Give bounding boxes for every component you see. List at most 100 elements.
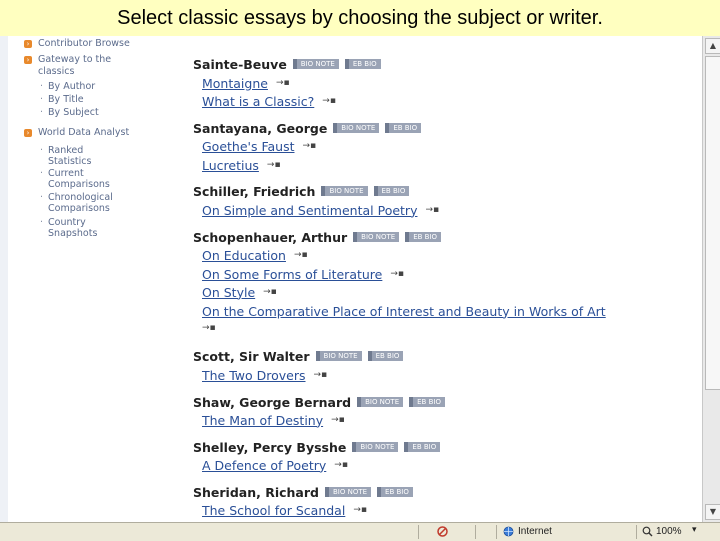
sidebar-item-country-snapshots[interactable]: · Country Snapshots: [40, 217, 128, 239]
essay-item: On Simple and Sentimental Poetry →▪: [202, 202, 439, 218]
author-name: Santayana, George: [193, 120, 328, 136]
download-icon[interactable]: →▪: [267, 160, 281, 170]
bio-note-button[interactable]: BIO NOTE: [352, 442, 399, 452]
essay-link[interactable]: The Two Drovers: [202, 368, 306, 383]
download-icon[interactable]: →▪: [314, 370, 328, 380]
essay-link[interactable]: On Some Forms of Literature: [202, 267, 382, 282]
sidebar-section-label: Contributor Browse: [38, 38, 130, 49]
sidebar-item-label: By Subject: [48, 107, 99, 118]
essay-item-download: →▪: [202, 320, 216, 336]
sidebar-section-contributor-browse[interactable]: › Contributor Browse: [24, 38, 130, 50]
sidebar-item-by-title[interactable]: · By Title: [40, 94, 84, 106]
arrow-icon: ›: [24, 40, 32, 48]
download-icon[interactable]: →▪: [353, 505, 367, 515]
essay-link[interactable]: On Style: [202, 285, 255, 300]
eb-bio-button[interactable]: EB BIO: [405, 232, 442, 242]
eb-bio-button[interactable]: EB BIO: [409, 397, 445, 407]
download-icon[interactable]: →▪: [303, 141, 317, 151]
security-zone-label: Internet: [518, 526, 552, 537]
essay-item: The Man of Destiny →▪: [202, 412, 345, 428]
sidebar-item-by-subject[interactable]: · By Subject: [40, 107, 99, 119]
essay-item: What is a Classic? →▪: [202, 93, 336, 109]
essay-link[interactable]: Montaigne: [202, 76, 268, 91]
download-icon[interactable]: →▪: [294, 250, 308, 260]
download-icon[interactable]: →▪: [276, 78, 290, 88]
essay-link[interactable]: On Education: [202, 248, 286, 263]
download-icon[interactable]: →▪: [390, 269, 404, 279]
zoom-dropdown-icon[interactable]: ▾: [692, 524, 697, 535]
essay-link[interactable]: What is a Classic?: [202, 94, 314, 109]
status-separator: [496, 525, 497, 539]
eb-bio-button[interactable]: EB BIO: [404, 442, 441, 452]
essay-item: Montaigne →▪: [202, 75, 290, 91]
download-icon[interactable]: →▪: [322, 96, 336, 106]
sidebar-item-by-author[interactable]: · By Author: [40, 81, 95, 93]
essay-item: The Two Drovers →▪: [202, 367, 327, 383]
status-separator: [475, 525, 476, 539]
scrollbar-thumb[interactable]: [705, 56, 720, 390]
essay-list: Sainte-Beuve BIO NOTE EB BIO Montaigne →▪…: [193, 36, 693, 522]
eb-bio-button[interactable]: EB BIO: [377, 487, 413, 497]
bio-note-button[interactable]: BIO NOTE: [315, 351, 362, 361]
sidebar-item-ranked-statistics[interactable]: · Ranked Statistics: [40, 145, 128, 167]
zoom-level[interactable]: 100%: [656, 526, 682, 537]
essay-link[interactable]: On the Comparative Place of Interest and…: [202, 304, 606, 319]
author-heading: Sheridan, Richard BIO NOTE EB BIO: [193, 484, 413, 500]
sidebar-item-label: Current Comparisons: [48, 168, 110, 190]
essay-item: A Defence of Poetry →▪: [202, 457, 348, 473]
author-name: Schiller, Friedrich: [193, 183, 316, 199]
sidebar-section-gateway[interactable]: › Gateway to the classics: [24, 54, 116, 78]
author-heading: Santayana, George BIO NOTE EB BIO: [193, 120, 422, 136]
status-separator: [636, 525, 637, 539]
essay-link[interactable]: The Man of Destiny: [202, 413, 323, 428]
blocked-icon: [437, 526, 448, 537]
sidebar-section-label: World Data Analyst: [38, 127, 130, 138]
sidebar-item-label: By Author: [48, 81, 96, 92]
author-heading: Sainte-Beuve BIO NOTE EB BIO: [193, 56, 381, 72]
bio-note-button[interactable]: BIO NOTE: [324, 487, 372, 497]
essay-link[interactable]: Goethe's Faust: [202, 139, 295, 154]
essay-link[interactable]: A Defence of Poetry: [202, 458, 326, 473]
download-icon[interactable]: →▪: [425, 205, 439, 215]
download-icon[interactable]: →▪: [263, 287, 277, 297]
bio-note-button[interactable]: BIO NOTE: [292, 59, 339, 69]
vertical-scrollbar[interactable]: ▲ ▼: [702, 36, 720, 522]
author-heading: Shaw, George Bernard BIO NOTE EB BIO: [193, 394, 445, 410]
sidebar: › Contributor Browse › Gateway to the cl…: [16, 36, 146, 522]
zoom-icon[interactable]: [642, 526, 653, 537]
eb-bio-button[interactable]: EB BIO: [367, 351, 404, 361]
globe-icon: [503, 526, 514, 537]
author-name: Shaw, George Bernard: [193, 394, 352, 410]
eb-bio-button[interactable]: EB BIO: [373, 186, 410, 196]
author-heading: Scott, Sir Walter BIO NOTE EB BIO: [193, 348, 404, 364]
download-icon[interactable]: →▪: [334, 460, 348, 470]
slide-title-banner: Select classic essays by choosing the su…: [0, 0, 720, 36]
essay-link[interactable]: On Simple and Sentimental Poetry: [202, 203, 417, 218]
arrow-icon: ›: [24, 56, 32, 64]
essay-item: Goethe's Faust →▪: [202, 138, 316, 154]
sidebar-item-chronological-comparisons[interactable]: · Chronological Comparisons: [40, 192, 128, 214]
essay-link[interactable]: Lucretius: [202, 158, 259, 173]
sidebar-section-world-data[interactable]: › World Data Analyst: [24, 127, 129, 139]
status-bar: Internet 100% ▾: [0, 522, 720, 541]
scroll-down-arrow-icon[interactable]: ▼: [705, 504, 720, 520]
sidebar-item-label: Chronological Comparisons: [48, 192, 113, 214]
sidebar-item-label: By Title: [48, 94, 84, 105]
sidebar-item-current-comparisons[interactable]: · Current Comparisons: [40, 168, 128, 190]
bio-note-button[interactable]: BIO NOTE: [353, 232, 400, 242]
author-name: Shelley, Percy Bysshe: [193, 439, 347, 455]
bio-note-button[interactable]: BIO NOTE: [321, 186, 368, 196]
essay-item: On Style →▪: [202, 284, 277, 300]
bio-note-button[interactable]: BIO NOTE: [357, 397, 404, 407]
scroll-up-arrow-icon[interactable]: ▲: [705, 38, 720, 54]
author-heading: Schopenhauer, Arthur BIO NOTE EB BIO: [193, 229, 442, 245]
download-icon[interactable]: →▪: [331, 415, 345, 425]
bio-note-button[interactable]: BIO NOTE: [333, 123, 380, 133]
sidebar-item-label: Country Snapshots: [48, 217, 98, 239]
essay-link[interactable]: The School for Scandal: [202, 503, 345, 518]
download-icon[interactable]: →▪: [202, 323, 216, 333]
author-name: Sainte-Beuve: [193, 56, 287, 72]
status-separator: [418, 525, 419, 539]
eb-bio-button[interactable]: EB BIO: [344, 59, 381, 69]
eb-bio-button[interactable]: EB BIO: [385, 123, 422, 133]
